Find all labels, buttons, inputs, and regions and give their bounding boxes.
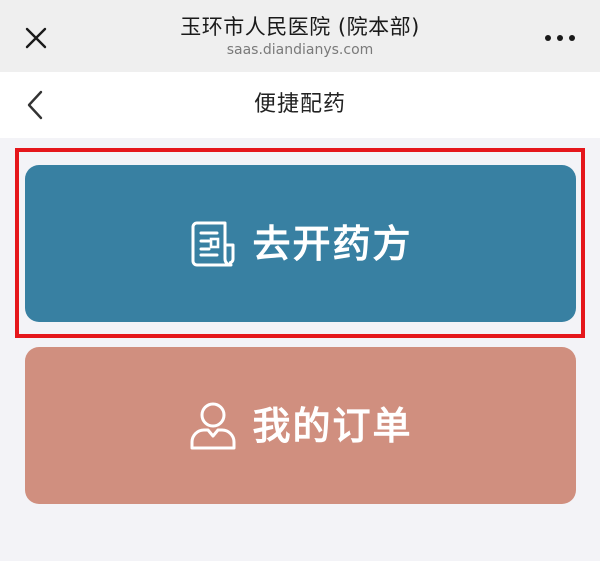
prescribe-button[interactable]: 去开药方: [25, 165, 576, 322]
page-url: saas.diandianys.com: [226, 42, 374, 58]
my-orders-button[interactable]: 我的订单: [25, 347, 576, 504]
browser-title-block: 玉环市人民医院 (院本部) saas.diandianys.com: [100, 14, 500, 59]
nav-title: 便捷配药: [253, 92, 346, 117]
my-orders-label: 我的订单: [252, 403, 413, 448]
more-dots-icon: [545, 35, 575, 41]
page-nav-bar: 便捷配药: [0, 72, 600, 138]
close-icon: [25, 27, 47, 49]
chevron-left-icon: [27, 90, 43, 120]
prescription-document-icon: [188, 219, 238, 269]
browser-top-bar: 玉环市人民医院 (院本部) saas.diandianys.com: [0, 0, 600, 72]
prescribe-label: 去开药方: [252, 221, 413, 266]
close-button[interactable]: [20, 22, 52, 54]
user-icon: [188, 401, 238, 451]
more-options-button[interactable]: [540, 24, 580, 52]
back-button[interactable]: [18, 88, 52, 122]
page-title-hospital: 玉环市人民医院 (院本部): [180, 15, 420, 39]
